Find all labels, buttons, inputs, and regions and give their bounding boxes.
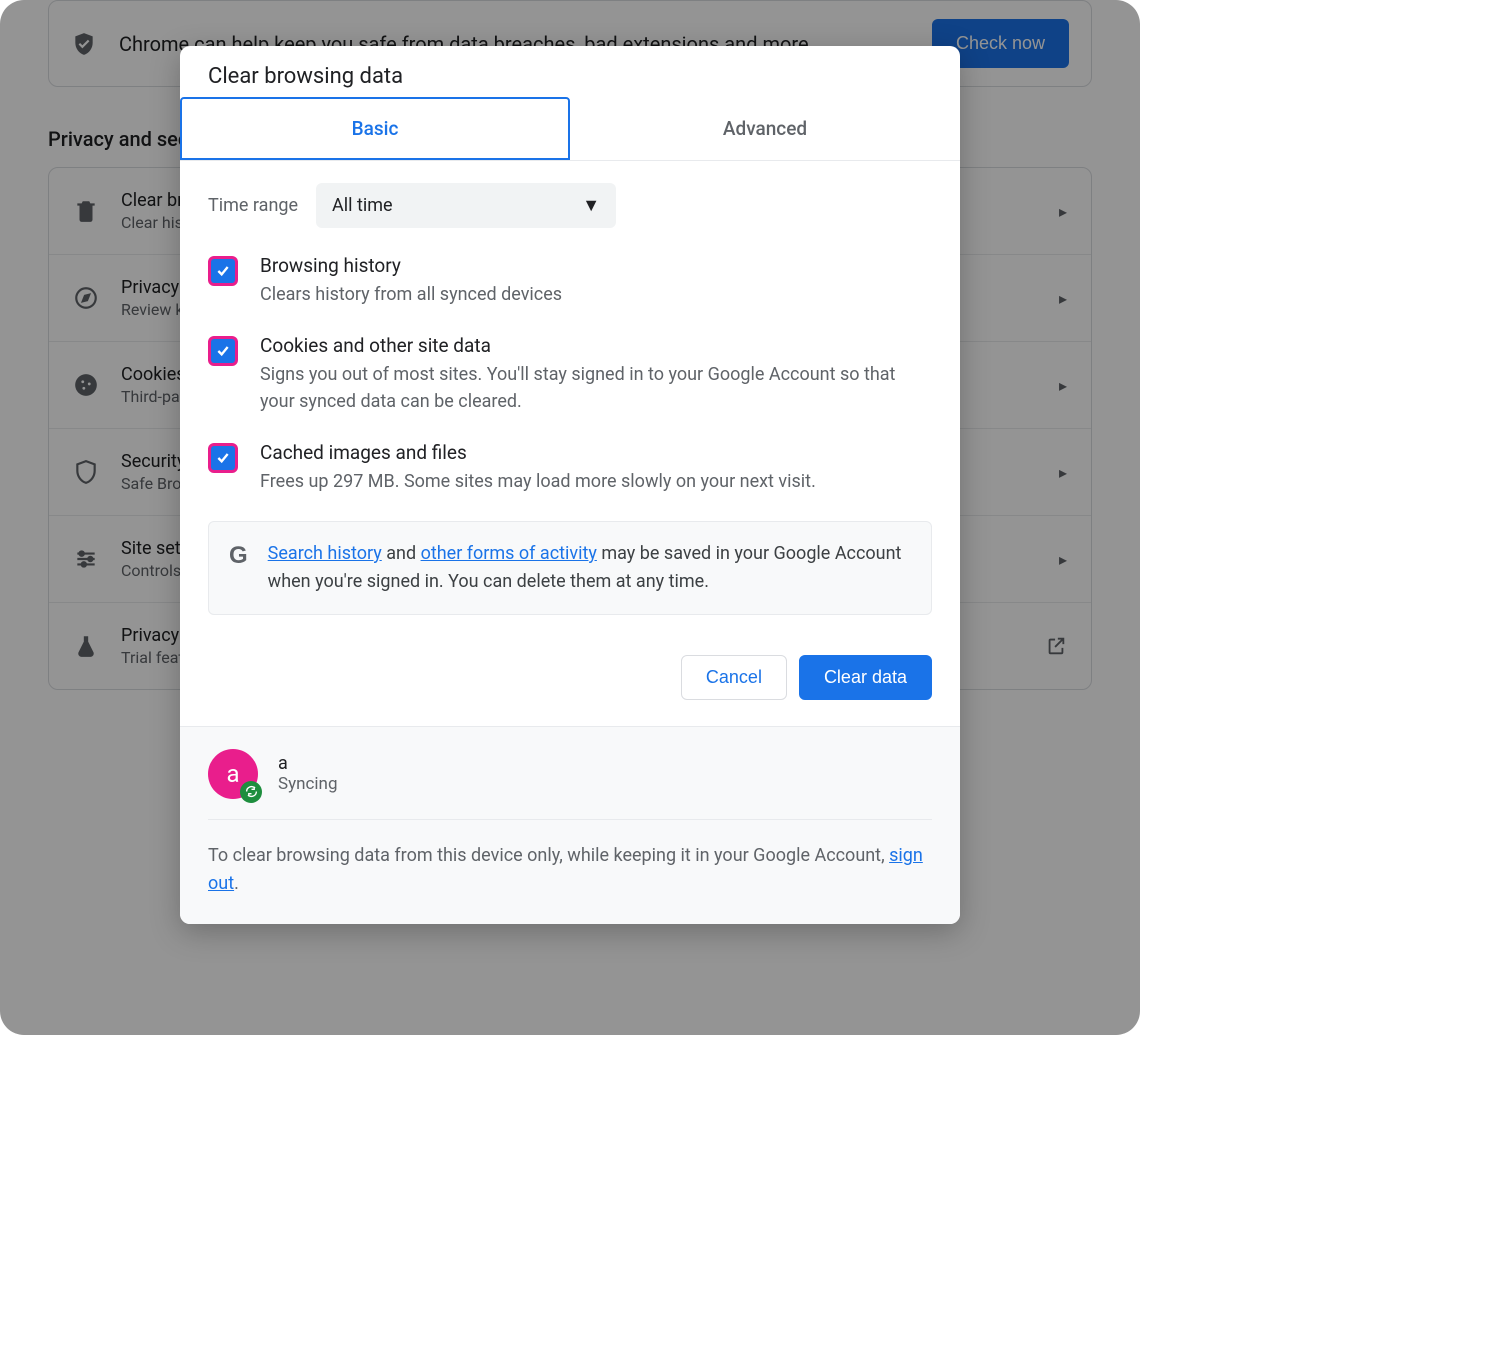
info-text: Search history and other forms of activi… [268, 540, 911, 596]
sync-badge-icon [240, 781, 262, 803]
option-cookies: Cookies and other site data Signs you ou… [208, 334, 932, 415]
option-cache: Cached images and files Frees up 297 MB.… [208, 441, 932, 495]
footer-note: To clear browsing data from this device … [208, 842, 932, 898]
option-title: Cached images and files [260, 441, 816, 464]
cancel-button[interactable]: Cancel [681, 655, 787, 700]
clear-browsing-data-dialog: Clear browsing data Basic Advanced Time … [180, 46, 960, 924]
time-range-value: All time [332, 195, 393, 216]
dialog-tabs: Basic Advanced [180, 97, 960, 161]
option-title: Browsing history [260, 254, 562, 277]
checkbox-cookies[interactable] [208, 336, 238, 366]
checkbox-cache[interactable] [208, 443, 238, 473]
option-sub: Signs you out of most sites. You'll stay… [260, 361, 932, 415]
checkbox-browsing-history[interactable] [208, 256, 238, 286]
option-title: Cookies and other site data [260, 334, 932, 357]
profile-status: Syncing [278, 774, 338, 794]
chevron-down-icon: ▼ [582, 195, 600, 216]
clear-data-button[interactable]: Clear data [799, 655, 932, 700]
other-activity-link[interactable]: other forms of activity [421, 543, 597, 564]
time-range-select[interactable]: All time ▼ [316, 183, 616, 228]
avatar: a [208, 749, 258, 799]
tab-basic[interactable]: Basic [180, 97, 570, 160]
profile-row: a a Syncing [208, 749, 932, 820]
google-g-icon: G [229, 542, 248, 570]
tab-advanced[interactable]: Advanced [570, 97, 960, 160]
dialog-title: Clear browsing data [180, 46, 960, 97]
google-account-info: G Search history and other forms of acti… [208, 521, 932, 615]
profile-name: a [278, 753, 338, 774]
option-sub: Frees up 297 MB. Some sites may load mor… [260, 468, 816, 495]
option-sub: Clears history from all synced devices [260, 281, 562, 308]
time-range-label: Time range [208, 195, 298, 216]
option-browsing-history: Browsing history Clears history from all… [208, 254, 932, 308]
search-history-link[interactable]: Search history [268, 543, 382, 564]
